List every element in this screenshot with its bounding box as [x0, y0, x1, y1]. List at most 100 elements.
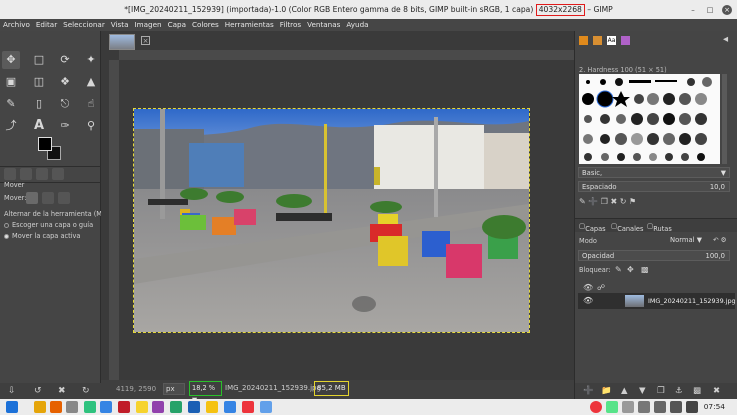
layer-row[interactable]: 👁 IMG_20240211_152939.jpg — [578, 293, 736, 309]
transform-tool-icon[interactable]: ◫ — [30, 73, 48, 91]
option-pick-layer[interactable]: Escoger una capa o guía — [4, 221, 93, 229]
raise-layer-icon[interactable]: ▲ — [621, 386, 628, 396]
bucket-fill-tool-icon[interactable]: ▲ — [82, 73, 100, 91]
paintbrush-tool-icon[interactable]: ✎ — [2, 95, 20, 113]
brushes-grid[interactable] — [579, 74, 720, 164]
files-icon[interactable] — [34, 401, 46, 413]
new-layer-icon[interactable]: ➕ — [583, 386, 594, 396]
images-tab-icon[interactable] — [52, 168, 64, 180]
wifi-icon[interactable] — [654, 401, 666, 413]
app-icon-8[interactable] — [206, 401, 218, 413]
brush-edit-icons[interactable]: ✎ ➕ ❐ ✖ ↻ ⚑ — [579, 197, 636, 206]
device-status-tab-icon[interactable] — [20, 168, 32, 180]
rect-select-tool-icon[interactable]: □ — [30, 51, 48, 69]
maximize-icon[interactable]: □ — [705, 5, 715, 15]
app-menu-icon[interactable] — [6, 401, 18, 413]
battery-icon[interactable] — [686, 401, 698, 413]
menu-item-herramientas[interactable]: Herramientas — [222, 19, 277, 29]
opacity-slider[interactable]: Opacidad 100,0 — [578, 250, 730, 261]
eraser-tool-icon[interactable]: ▯ — [30, 95, 48, 113]
lock-pixels-icon[interactable]: ✎ — [615, 265, 622, 274]
mask-layer-icon[interactable]: ▩ — [693, 386, 701, 396]
warp-tool-icon[interactable]: ❖ — [56, 73, 74, 91]
volume-icon[interactable] — [670, 401, 682, 413]
tray-icon-3[interactable] — [638, 401, 650, 413]
menu-item-ventanas[interactable]: Ventanas — [304, 19, 343, 29]
fuzzy-select-tool-icon[interactable]: ✦ — [82, 51, 100, 69]
paths-tool-icon[interactable]: ⤴ — [2, 117, 20, 135]
fonts-tab-icon[interactable]: Aa — [607, 36, 616, 45]
text-tool-icon[interactable]: A — [30, 117, 48, 135]
tab-layers[interactable]: ▢ Capas — [579, 222, 606, 233]
smudge-tool-icon[interactable]: ☝ — [82, 95, 100, 113]
zoom-select[interactable]: 18,2 % ▼ — [189, 381, 222, 404]
menu-item-seleccionar[interactable]: Seleccionar — [60, 19, 108, 29]
menu-item-vista[interactable]: Vista — [108, 19, 132, 29]
notification-icon[interactable] — [590, 401, 602, 413]
image-tab-thumbnail[interactable] — [109, 34, 135, 50]
tab-channels[interactable]: ▢ Canales — [611, 222, 643, 233]
panel-menu-icon[interactable]: ◀ — [723, 35, 728, 43]
app-icon-1[interactable] — [84, 401, 96, 413]
unit-select[interactable]: px — [163, 383, 185, 395]
spacing-slider[interactable]: Espaciado 10,0 — [578, 181, 730, 192]
menu-item-colores[interactable]: Colores — [189, 19, 222, 29]
move-layer-icon[interactable] — [26, 192, 38, 204]
app-icon-10[interactable] — [242, 401, 254, 413]
tab-paths[interactable]: ▢ Rutas — [647, 222, 672, 233]
save-options-icon[interactable]: ⇩ — [8, 386, 16, 396]
option-move-active-layer[interactable]: Mover la capa activa — [4, 232, 80, 240]
brushes-scrollbar[interactable] — [722, 74, 727, 164]
lock-alpha-icon[interactable]: ▩ — [641, 265, 649, 274]
move-path-icon[interactable] — [58, 192, 70, 204]
move-tool-icon[interactable]: ✥ — [2, 51, 20, 69]
app-icon-2[interactable] — [100, 401, 112, 413]
crop-tool-icon[interactable]: ▣ — [2, 73, 20, 91]
tray-icon-1[interactable] — [606, 401, 618, 413]
app-icon-7[interactable] — [188, 401, 200, 413]
patterns-tab-icon[interactable] — [593, 36, 602, 45]
minimize-icon[interactable]: – — [688, 5, 698, 15]
menu-item-filtros[interactable]: Filtros — [277, 19, 304, 29]
app-icon-3[interactable] — [118, 401, 130, 413]
layer-visibility-icon[interactable]: 👁 — [583, 296, 593, 305]
move-selection-icon[interactable] — [42, 192, 54, 204]
mode-reset-icon[interactable]: ↶ ⚙ — [713, 236, 727, 244]
brush-preset-select[interactable]: Basic, ▼ — [578, 167, 730, 178]
gradients-tab-icon[interactable] — [621, 36, 630, 45]
zoom-tool-icon[interactable]: ⚲ — [82, 117, 100, 135]
menu-item-capa[interactable]: Capa — [165, 19, 189, 29]
restore-options-icon[interactable]: ↺ — [34, 386, 42, 396]
lasso-tool-icon[interactable]: ⟳ — [56, 51, 74, 69]
fg-bg-colors[interactable] — [38, 137, 64, 163]
delete-layer-icon[interactable]: ✖ — [713, 386, 720, 396]
gimp-icon[interactable] — [66, 401, 78, 413]
canvas-area[interactable]: × — [101, 31, 574, 390]
lock-position-icon[interactable]: ✥ — [627, 265, 634, 274]
foreground-color-swatch[interactable] — [38, 137, 52, 151]
app-icon-4[interactable] — [136, 401, 148, 413]
app-icon-11[interactable] — [260, 401, 272, 413]
anchor-layer-icon[interactable]: ⚓ — [675, 386, 683, 396]
mode-select[interactable]: Normal ▼ — [667, 235, 711, 246]
image-canvas[interactable] — [133, 108, 530, 333]
tool-options-tab-icon[interactable] — [4, 168, 16, 180]
app-icon-5[interactable] — [152, 401, 164, 413]
clone-tool-icon[interactable]: ⎋ — [56, 95, 74, 113]
menu-item-imagen[interactable]: Imagen — [132, 19, 165, 29]
reset-options-icon[interactable]: ↻ — [82, 386, 90, 396]
undo-history-tab-icon[interactable] — [36, 168, 48, 180]
tray-icon-2[interactable] — [622, 401, 634, 413]
firefox-icon[interactable] — [50, 401, 62, 413]
menu-item-archivo[interactable]: Archivo — [0, 19, 33, 29]
brushes-tab-icon[interactable] — [579, 36, 588, 45]
app-icon-6[interactable] — [170, 401, 182, 413]
duplicate-layer-icon[interactable]: ❐ — [657, 386, 665, 396]
lower-layer-icon[interactable]: ▼ — [639, 386, 646, 396]
close-icon[interactable]: × — [722, 5, 732, 15]
color-picker-tool-icon[interactable]: ✑ — [56, 117, 74, 135]
delete-options-icon[interactable]: ✖ — [58, 386, 66, 396]
app-icon-9[interactable] — [224, 401, 236, 413]
menu-item-ayuda[interactable]: Ayuda — [343, 19, 371, 29]
new-group-icon[interactable]: 📁 — [601, 386, 612, 396]
